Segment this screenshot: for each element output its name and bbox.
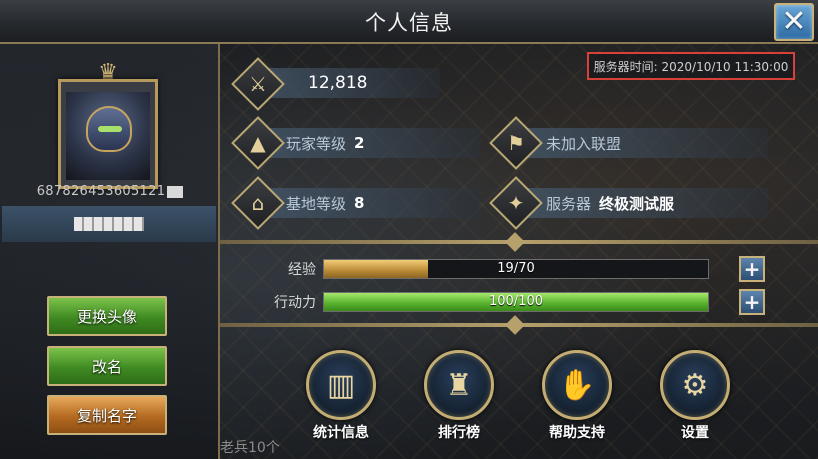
gear-icon: ⚙ — [681, 367, 709, 403]
change-avatar-button[interactable]: 更换头像 — [47, 296, 167, 336]
server-row: 服务器 终极测试服 — [518, 188, 768, 218]
close-icon: ✕ — [781, 4, 807, 39]
leaderboard-button[interactable]: ♜ 排行榜 — [419, 350, 499, 450]
settings-button[interactable]: ⚙ 设置 — [655, 350, 735, 450]
player-level-icon: ▲ — [250, 131, 266, 155]
action-power-bar: 100/100 — [323, 292, 709, 312]
alliance-banner-icon: ⚑ — [507, 131, 525, 155]
page-title: 个人信息 — [365, 11, 453, 35]
statistics-button[interactable]: ▥ 统计信息 — [301, 350, 381, 450]
power-value: 12,818 — [308, 73, 368, 93]
add-experience-button[interactable]: + — [739, 256, 765, 282]
action-power-text: 100/100 — [488, 294, 543, 309]
avatar-image — [66, 92, 150, 180]
experience-label: 经验 — [288, 262, 316, 278]
rename-button[interactable]: 改名 — [47, 346, 167, 386]
profile-panel: ♛ 687826453605121 更换头像 改名 复制名字 — [0, 44, 220, 459]
player-name-bar — [2, 206, 216, 242]
player-id: 687826453605121 — [0, 184, 220, 199]
server-icon: ✦ — [507, 191, 525, 215]
redacted-player-name — [74, 217, 144, 231]
crossed-swords-icon: ⚔ — [249, 72, 267, 96]
server-time: 服务器时间: 2020/10/10 11:30:00 — [587, 52, 795, 80]
add-action-power-button[interactable]: + — [739, 289, 765, 315]
redacted-text — [167, 185, 184, 198]
plus-icon: + — [743, 257, 761, 281]
close-button[interactable]: ✕ — [774, 3, 814, 41]
server-value: 终极测试服 — [599, 194, 675, 213]
handshake-icon: ✋ — [558, 367, 596, 403]
help-support-button[interactable]: ✋ 帮助支持 — [537, 350, 617, 450]
player-level-row: 玩家等级 2 — [260, 128, 480, 158]
base-level-value: 8 — [354, 194, 365, 212]
copy-name-button[interactable]: 复制名字 — [47, 395, 167, 435]
leaderboard-icon: ♜ — [445, 367, 473, 403]
base-level-row: 基地等级 8 — [260, 188, 480, 218]
experience-bar: 19/70 — [323, 259, 709, 279]
power-bar: 12,818 — [260, 68, 440, 98]
action-power-label: 行动力 — [274, 295, 316, 311]
statistics-icon: ▥ — [326, 367, 356, 403]
footer-text: 老兵10个 — [220, 440, 280, 456]
player-level-value: 2 — [354, 134, 365, 152]
title-bar: 个人信息 ✕ — [0, 0, 818, 44]
helmet-icon — [86, 106, 132, 152]
alliance-row[interactable]: 未加入联盟 — [518, 128, 768, 158]
plus-icon: + — [743, 290, 761, 314]
experience-text: 19/70 — [497, 261, 535, 276]
base-level-icon: ⌂ — [251, 191, 265, 215]
avatar[interactable] — [58, 79, 158, 189]
